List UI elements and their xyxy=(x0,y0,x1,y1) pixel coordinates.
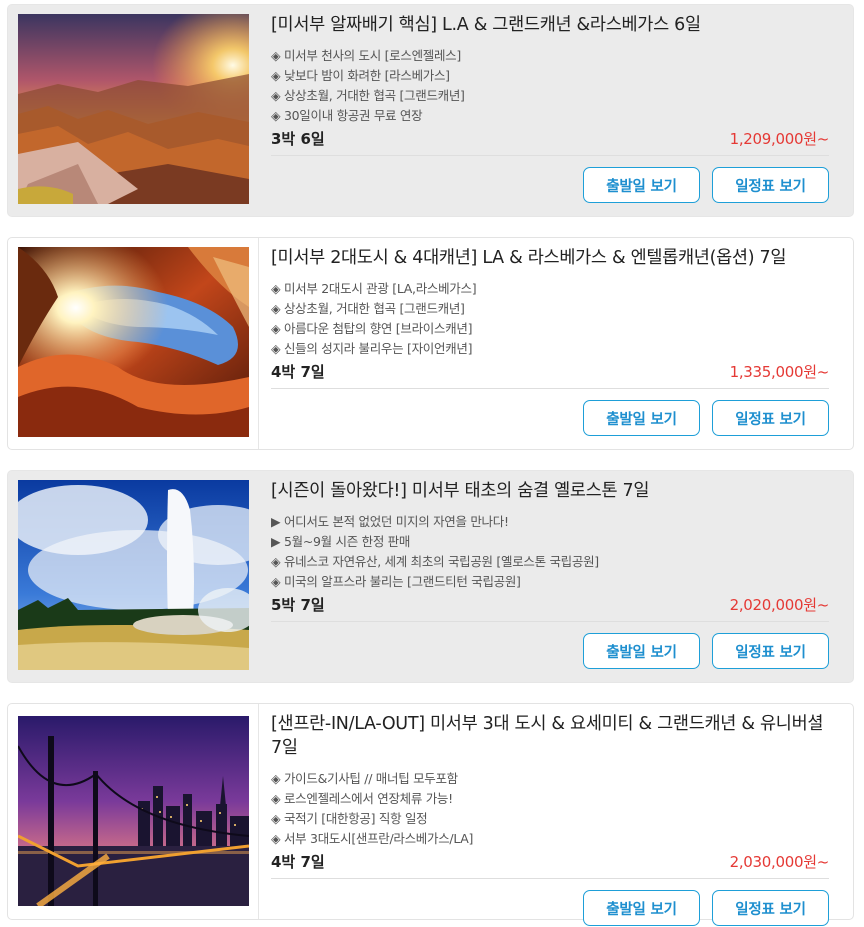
highlight-item: ◈ 유네스코 자연유산, 세계 최초의 국립공원 [옐로스톤 국립공원] xyxy=(271,554,599,569)
departure-dates-button[interactable]: 출발일 보기 xyxy=(583,890,700,926)
tour-card[interactable]: [미서부 2대도시 & 4대캐년] LA & 라스베가스 & 엔텔롭캐년(옵션)… xyxy=(7,237,854,450)
highlight-item: ◈ 낮보다 밤이 화려한 [라스베가스] xyxy=(271,68,450,83)
highlight-item: ◈ 미서부 천사의 도시 [로스엔젤레스] xyxy=(271,48,461,63)
highlight-item: ◈ 30일이내 항공권 무료 연장 xyxy=(271,108,423,123)
highlight-item: ◈ 서부 3대도시[샌프란/라스베가스/LA] xyxy=(271,831,474,846)
tour-thumbnail[interactable] xyxy=(18,716,249,906)
button-group: 출발일 보기 일정표 보기 xyxy=(271,633,829,669)
tour-highlights: ▶ 어디서도 본적 없었던 미지의 자연을 만나다! ▶ 5월~9월 시즌 한정… xyxy=(271,512,829,592)
highlight-item: ◈ 상상초월, 거대한 협곡 [그랜드캐년] xyxy=(271,301,465,316)
highlight-item: ◈ 신들의 성지라 불리우는 [자이언캐년] xyxy=(271,341,473,356)
tour-thumbnail[interactable] xyxy=(18,480,249,670)
san-francisco-bridge-photo xyxy=(18,716,249,906)
tour-thumbnail[interactable] xyxy=(18,247,249,437)
tour-card[interactable]: [미서부 알짜배기 핵심] L.A & 그랜드캐년 &라스베가스 6일 ◈ 미서… xyxy=(7,4,854,217)
highlight-item: ◈ 아름다운 첨탑의 향연 [브라이스캐년] xyxy=(271,321,473,336)
highlight-item: ▶ 어디서도 본적 없었던 미지의 자연을 만나다! xyxy=(271,514,509,529)
tour-highlights: ◈ 가이드&기사팁 // 매너팁 모두포함 ◈ 로스엔젤레스에서 연장체류 가능… xyxy=(271,769,829,849)
highlight-item: ◈ 국적기 [대한항공] 직항 일정 xyxy=(271,811,428,826)
tour-card[interactable]: [시즌이 돌아왔다!] 미서부 태초의 숨결 옐로스톤 7일 ▶ 어디서도 본적… xyxy=(7,470,854,683)
tour-duration: 3박 6일 xyxy=(271,130,325,148)
tour-info: [미서부 2대도시 & 4대캐년] LA & 라스베가스 & 엔텔롭캐년(옵션)… xyxy=(271,246,829,436)
tour-price: 2,020,000원~ xyxy=(729,596,830,614)
divider xyxy=(258,238,259,449)
itinerary-button[interactable]: 일정표 보기 xyxy=(712,890,829,926)
highlight-item: ◈ 상상초월, 거대한 협곡 [그랜드캐년] xyxy=(271,88,465,103)
highlight-item: ▶ 5월~9월 시즌 한정 판매 xyxy=(271,534,411,549)
tour-info: [시즌이 돌아왔다!] 미서부 태초의 숨결 옐로스톤 7일 ▶ 어디서도 본적… xyxy=(271,479,829,669)
grand-canyon-photo xyxy=(18,14,249,204)
tour-highlights: ◈ 미서부 천사의 도시 [로스엔젤레스] ◈ 낮보다 밤이 화려한 [라스베가… xyxy=(271,46,829,126)
tour-thumbnail[interactable] xyxy=(18,14,249,204)
tour-price: 2,030,000원~ xyxy=(729,853,830,871)
departure-dates-button[interactable]: 출발일 보기 xyxy=(583,167,700,203)
departure-dates-button[interactable]: 출발일 보기 xyxy=(583,633,700,669)
tour-title[interactable]: [시즌이 돌아왔다!] 미서부 태초의 숨결 옐로스톤 7일 xyxy=(271,479,829,503)
tour-card[interactable]: [샌프란-IN/LA-OUT] 미서부 3대 도시 & 요세미티 & 그랜드캐년… xyxy=(7,703,854,926)
tour-duration: 4박 7일 xyxy=(271,363,325,381)
antelope-canyon-photo xyxy=(18,247,249,437)
tour-price: 1,335,000원~ xyxy=(729,363,830,381)
divider xyxy=(258,704,259,919)
highlight-item: ◈ 미국의 알프스라 불리는 [그랜드티턴 국립공원] xyxy=(271,574,521,589)
tour-price: 1,209,000원~ xyxy=(729,130,830,148)
itinerary-button[interactable]: 일정표 보기 xyxy=(712,167,829,203)
highlight-item: ◈ 미서부 2대도시 관광 [LA,라스베가스] xyxy=(271,281,477,296)
duration-price-row: 4박 7일 1,335,000원~ xyxy=(271,361,829,389)
duration-price-row: 4박 7일 2,030,000원~ xyxy=(271,851,829,879)
itinerary-button[interactable]: 일정표 보기 xyxy=(712,400,829,436)
itinerary-button[interactable]: 일정표 보기 xyxy=(712,633,829,669)
tour-duration: 4박 7일 xyxy=(271,853,325,871)
tour-info: [샌프란-IN/LA-OUT] 미서부 3대 도시 & 요세미티 & 그랜드캐년… xyxy=(271,712,829,926)
highlight-item: ◈ 로스엔젤레스에서 연장체류 가능! xyxy=(271,791,453,806)
button-group: 출발일 보기 일정표 보기 xyxy=(271,167,829,203)
tour-info: [미서부 알짜배기 핵심] L.A & 그랜드캐년 &라스베가스 6일 ◈ 미서… xyxy=(271,13,829,203)
duration-price-row: 3박 6일 1,209,000원~ xyxy=(271,128,829,156)
tour-highlights: ◈ 미서부 2대도시 관광 [LA,라스베가스] ◈ 상상초월, 거대한 협곡 … xyxy=(271,279,829,359)
departure-dates-button[interactable]: 출발일 보기 xyxy=(583,400,700,436)
tour-title[interactable]: [미서부 알짜배기 핵심] L.A & 그랜드캐년 &라스베가스 6일 xyxy=(271,13,829,37)
button-group: 출발일 보기 일정표 보기 xyxy=(271,890,829,926)
tour-title[interactable]: [미서부 2대도시 & 4대캐년] LA & 라스베가스 & 엔텔롭캐년(옵션)… xyxy=(271,246,829,270)
button-group: 출발일 보기 일정표 보기 xyxy=(271,400,829,436)
highlight-item: ◈ 가이드&기사팁 // 매너팁 모두포함 xyxy=(271,771,458,786)
tour-duration: 5박 7일 xyxy=(271,596,325,614)
duration-price-row: 5박 7일 2,020,000원~ xyxy=(271,594,829,622)
yellowstone-geyser-photo xyxy=(18,480,249,670)
tour-title[interactable]: [샌프란-IN/LA-OUT] 미서부 3대 도시 & 요세미티 & 그랜드캐년… xyxy=(271,712,829,760)
